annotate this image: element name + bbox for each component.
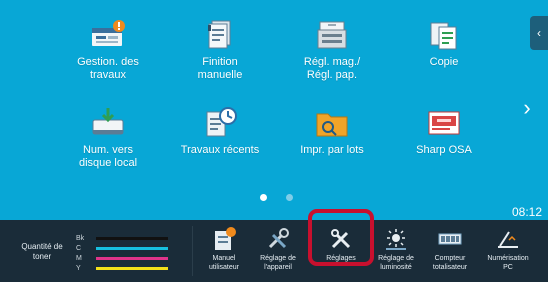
tile-label: Régl. mag./ Régl. pap. (303, 56, 361, 81)
taskbar-label: Réglage de luminosité (378, 255, 414, 271)
toner-row-m: M (76, 254, 186, 264)
tile-scan-to-local-drive[interactable]: Num. vers disque local (48, 106, 168, 170)
taskbar-divider (192, 226, 193, 276)
toner-level-bar (96, 257, 168, 260)
brightness-button[interactable]: Réglage de luminosité (370, 224, 422, 280)
toner-level-bar (96, 247, 168, 250)
page-dot[interactable] (286, 194, 293, 201)
toner-level-bar (96, 267, 168, 270)
toner-title: Quantité de toner (21, 242, 63, 261)
tile-label: Num. vers disque local (78, 144, 138, 169)
tray-settings-icon (317, 21, 347, 49)
page-dot-active[interactable] (260, 194, 267, 201)
sharp-osa-icon (428, 111, 460, 135)
taskbar-label: Réglage de l'appareil (260, 255, 296, 271)
pc-scan-icon (498, 231, 518, 248)
tile-batch-print[interactable]: Impr. par lots (272, 106, 392, 157)
toner-quantity-panel[interactable]: Quantité de toner Bk C M Y (10, 230, 186, 274)
toner-row-y: Y (76, 264, 186, 274)
toner-key: M (76, 255, 82, 262)
pc-scan-button[interactable]: Numérisation PC (482, 224, 534, 280)
total-counter-icon (438, 233, 462, 245)
copy-icon (430, 22, 457, 50)
device-settings-icon (268, 228, 289, 249)
taskbar-label: Compteur totalisateur (432, 255, 468, 271)
brightness-icon (386, 229, 406, 250)
clock: 08:12 (511, 205, 542, 219)
taskbar-label: Manuel utilisateur (209, 255, 239, 271)
batch-print-icon (316, 113, 348, 137)
toner-key: Bk (76, 235, 85, 242)
tile-label: Finition manuelle (197, 56, 243, 81)
taskbar-label: Numérisation PC (487, 255, 529, 271)
tile-recent-jobs[interactable]: Travaux récents (160, 106, 280, 157)
recent-jobs-icon (206, 107, 237, 137)
toner-key: C (76, 245, 82, 252)
device-settings-button[interactable]: Réglage de l'appareil (252, 224, 304, 280)
settings-highlight-box (308, 209, 374, 266)
tile-label: Travaux récents (180, 144, 260, 156)
tile-label: Impr. par lots (300, 144, 364, 156)
toner-row-c: C (76, 244, 186, 254)
toner-level-bar (96, 237, 168, 240)
next-page-button[interactable]: › (518, 96, 536, 120)
tile-label: Gestion. des travaux (77, 56, 139, 81)
toner-row-bk: Bk (76, 234, 186, 244)
tile-label: Copie (429, 56, 459, 68)
toner-key: Y (76, 265, 81, 272)
tile-tray-settings[interactable]: Régl. mag./ Régl. pap. (272, 18, 392, 82)
chevron-left-icon: ‹ (537, 26, 541, 40)
tile-label: Sharp OSA (416, 144, 472, 156)
tile-sharp-osa[interactable]: Sharp OSA (384, 106, 504, 157)
manual-finishing-icon (208, 20, 231, 49)
side-panel-tab[interactable]: ‹ (530, 16, 548, 50)
user-manual-icon (215, 227, 236, 250)
user-manual-button[interactable]: Manuel utilisateur (198, 224, 250, 280)
tile-job-status[interactable]: Gestion. des travaux (48, 18, 168, 82)
taskbar: Quantité de toner Bk C M Y Manuel utilis… (0, 220, 548, 282)
scan-to-local-drive-icon (92, 108, 124, 135)
tile-manual-finishing[interactable]: Finition manuelle (160, 18, 280, 82)
job-status-icon (92, 20, 125, 46)
tile-copy[interactable]: Copie (384, 18, 504, 69)
total-counter-button[interactable]: Compteur totalisateur (424, 224, 476, 280)
chevron-right-icon: › (523, 95, 531, 120)
